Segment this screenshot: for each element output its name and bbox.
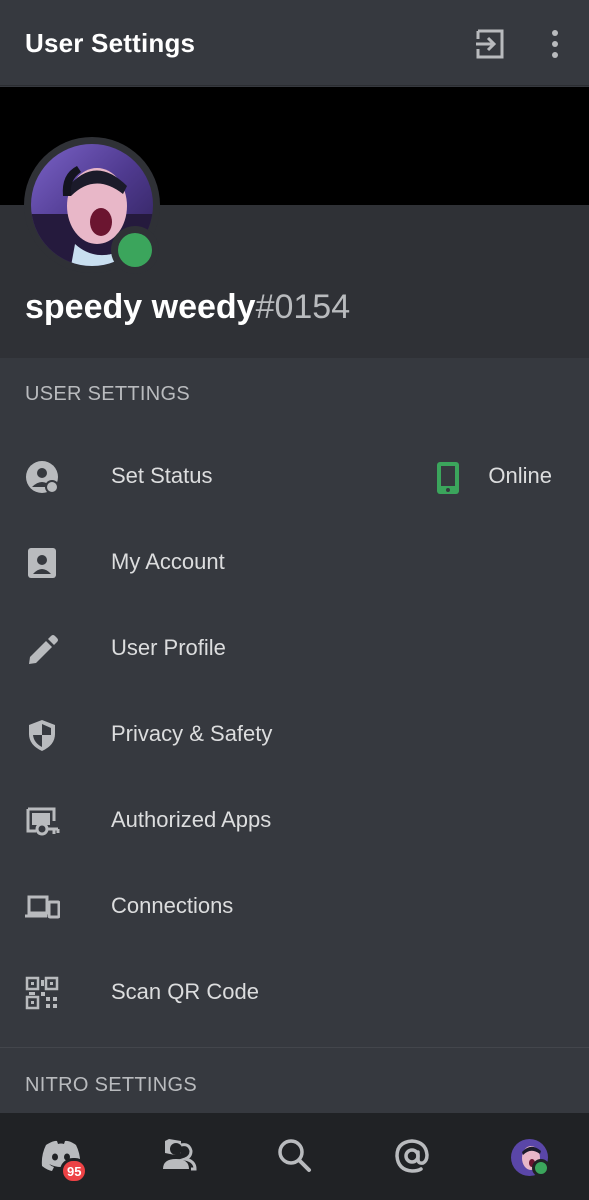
- search-icon[interactable]: [272, 1133, 318, 1179]
- menu-item-connections[interactable]: Connections: [0, 864, 589, 950]
- menu-label: Connections: [111, 893, 234, 918]
- menu-item-my-account[interactable]: My Account: [0, 520, 589, 606]
- unread-badge: 95: [60, 1158, 89, 1184]
- section-header-nitro-settings: NITRO SETTINGS: [25, 1074, 197, 1096]
- at-mention-icon[interactable]: [389, 1133, 435, 1179]
- status-face-icon: [24, 459, 60, 495]
- menu-label: My Account: [111, 549, 225, 574]
- username-name: speedy weedy: [25, 288, 256, 326]
- mobile-phone-icon: [435, 461, 461, 495]
- app-root: User Settings speedy weedy#0154 USER SET…: [0, 0, 589, 1200]
- menu-item-authorized-apps[interactable]: Authorized Apps: [0, 778, 589, 864]
- menu-label: User Profile: [111, 635, 226, 660]
- pencil-icon: [24, 631, 60, 667]
- shield-icon: [24, 717, 60, 753]
- top-bar: User Settings: [0, 0, 589, 86]
- bottom-nav: [0, 1113, 589, 1200]
- section-header-user-settings: USER SETTINGS: [25, 383, 191, 405]
- account-card-icon: [24, 545, 60, 581]
- menu-item-user-profile[interactable]: User Profile: [0, 606, 589, 692]
- menu-item-set-status[interactable]: Set Status Online: [0, 434, 589, 520]
- menu-item-privacy-safety[interactable]: Privacy & Safety: [0, 692, 589, 778]
- status-value: Online: [488, 463, 552, 488]
- qr-code-icon: [24, 975, 60, 1011]
- nav-online-indicator: [532, 1159, 550, 1177]
- username: speedy weedy#0154: [25, 288, 350, 327]
- menu-label: Scan QR Code: [111, 979, 259, 1004]
- friends-icon[interactable]: [155, 1133, 201, 1179]
- menu-label: Authorized Apps: [111, 807, 272, 832]
- page-title: User Settings: [25, 28, 196, 58]
- authorized-apps-icon: [24, 803, 60, 839]
- menu-item-scan-qr-code[interactable]: Scan QR Code: [0, 950, 589, 1036]
- menu-label: Privacy & Safety: [111, 721, 273, 746]
- devices-icon: [24, 889, 61, 925]
- logout-icon[interactable]: [473, 27, 507, 61]
- online-status-indicator: [118, 233, 152, 267]
- kebab-menu-icon[interactable]: [543, 27, 567, 61]
- section-divider: [0, 1047, 589, 1048]
- username-discriminator: #0154: [255, 288, 351, 326]
- menu-label: Set Status: [111, 463, 213, 488]
